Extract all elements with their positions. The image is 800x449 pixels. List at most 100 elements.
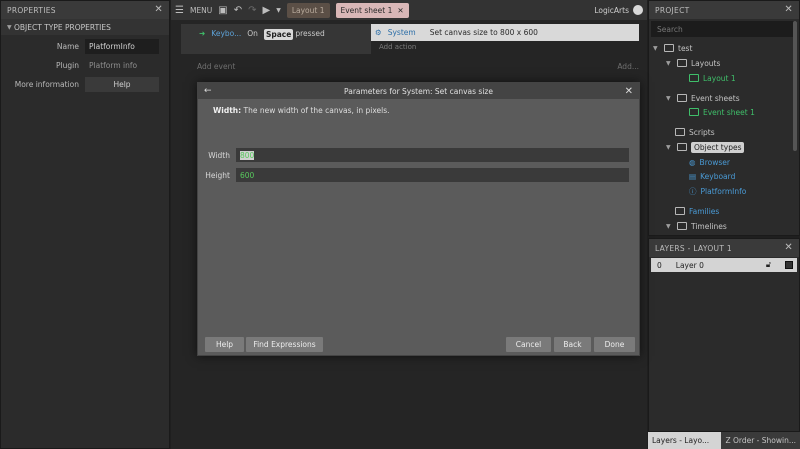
folder-icon xyxy=(677,94,687,102)
name-field[interactable]: PlatformInfo xyxy=(85,39,159,54)
help-button[interactable]: Help xyxy=(85,77,159,92)
tree-families[interactable]: Families xyxy=(675,205,719,217)
event-block[interactable]: ➜ Keybo... On Space pressed ⚙ System Set… xyxy=(181,24,639,54)
tree-object-types[interactable]: ▼ Object types xyxy=(666,141,745,153)
undo-icon[interactable]: ↶ xyxy=(234,5,242,16)
tree-object-platforminfo[interactable]: ⓘ PlatformInfo xyxy=(689,185,746,197)
chevron-down-icon[interactable]: ▼ xyxy=(276,7,281,14)
condition-on: On xyxy=(247,29,258,38)
tree-layouts[interactable]: ▼ Layouts xyxy=(666,57,720,69)
key-badge: Space xyxy=(263,29,294,40)
width-label: Width xyxy=(208,150,230,160)
cancel-button[interactable]: Cancel xyxy=(506,337,551,352)
tree-event-sheets[interactable]: ▼ Event sheets xyxy=(666,92,740,104)
arrow-right-icon: ➜ xyxy=(199,29,206,38)
main-toolbar: ☰ MENU ▣ ↶ ↷ ▶ ▼ Layout 1 Event sheet 1 … xyxy=(171,0,647,20)
tree-label: test xyxy=(678,43,693,53)
tree-label: Scripts xyxy=(689,127,715,137)
condition[interactable]: ➜ Keybo... On Space pressed xyxy=(181,24,371,54)
tree-label: Timelines xyxy=(691,221,727,231)
add-event-link[interactable]: Add event xyxy=(197,62,235,71)
keyboard-icon: ▤ xyxy=(689,171,697,181)
help-button[interactable]: Help xyxy=(205,337,244,352)
find-expressions-button[interactable]: Find Expressions xyxy=(246,337,323,352)
lock-icon[interactable]: 🔓︎ xyxy=(766,260,771,270)
project-header: PROJECT ✕ xyxy=(649,1,799,19)
menu-icon[interactable]: ☰ xyxy=(175,5,184,16)
prop-label: Plugin xyxy=(56,61,79,70)
tree-event-sheet-1[interactable]: Event sheet 1 xyxy=(689,106,755,118)
folder-icon xyxy=(677,143,687,151)
tree-object-keyboard[interactable]: ▤ Keyboard xyxy=(689,170,735,182)
play-icon[interactable]: ▶ xyxy=(263,5,271,16)
dialog-header: ← Parameters for System: Set canvas size… xyxy=(198,83,639,99)
info-icon: ⓘ xyxy=(689,186,697,196)
layers-panel: LAYERS - LAYOUT 1 ✕ 0 Layer 0 🔓︎ xyxy=(648,238,800,432)
close-icon[interactable]: ✕ xyxy=(784,243,793,253)
menu-button[interactable]: MENU xyxy=(190,6,212,15)
folder-icon xyxy=(677,59,687,67)
properties-panel: PROPERTIES ✕ ▼ OBJECT TYPE PROPERTIES Na… xyxy=(0,0,170,449)
done-button[interactable]: Done xyxy=(594,337,635,352)
action-row[interactable]: ⚙ System Set canvas size to 800 x 600 xyxy=(371,24,639,41)
tab-z-order[interactable]: Z Order - Showin... xyxy=(721,432,800,449)
tree-label: Object types xyxy=(691,141,745,153)
add-link[interactable]: Add... xyxy=(617,62,639,71)
search-input[interactable]: Search xyxy=(651,21,797,37)
tree-label: Event sheets xyxy=(691,93,740,103)
width-input[interactable]: 800 xyxy=(236,148,629,162)
properties-title: PROPERTIES xyxy=(7,5,56,15)
actions: ⚙ System Set canvas size to 800 x 600 Ad… xyxy=(371,24,639,54)
layers-header: LAYERS - LAYOUT 1 ✕ xyxy=(649,239,799,257)
prop-row-name: Name PlatformInfo xyxy=(1,37,169,56)
event-sheet-icon xyxy=(689,108,699,116)
tab-layout-1[interactable]: Layout 1 xyxy=(286,2,330,18)
tab-event-sheet-1[interactable]: Event sheet 1 ✕ xyxy=(335,2,409,18)
chevron-down-icon: ▼ xyxy=(666,59,671,67)
close-icon[interactable]: ✕ xyxy=(784,5,793,15)
tree-label: Layouts xyxy=(691,58,721,68)
project-title: PROJECT xyxy=(655,5,690,15)
save-icon[interactable]: ▣ xyxy=(218,5,227,16)
folder-icon xyxy=(677,222,687,230)
back-button[interactable]: Back xyxy=(554,337,591,352)
tree-object-browser[interactable]: ◍ Browser xyxy=(689,156,730,168)
add-action-link[interactable]: Add action xyxy=(371,41,639,51)
properties-header: PROPERTIES ✕ xyxy=(1,1,169,19)
tree-timelines[interactable]: ▼ Timelines xyxy=(666,220,727,232)
tree-label: PlatformInfo xyxy=(700,186,747,196)
layer-index: 0 xyxy=(657,260,662,270)
logo-icon xyxy=(633,5,643,15)
folder-icon xyxy=(675,207,685,215)
folder-icon xyxy=(664,44,674,52)
tab-layers[interactable]: Layers - Layo... xyxy=(648,432,722,449)
tab-label: Event sheet 1 xyxy=(340,5,393,15)
width-value: 800 xyxy=(240,150,255,160)
redo-icon[interactable]: ↷ xyxy=(248,5,256,16)
project-panel: PROJECT ✕ Search ▼ test ▼ Layouts Layout… xyxy=(648,0,800,236)
visibility-checkbox[interactable] xyxy=(785,261,793,269)
close-icon[interactable]: ✕ xyxy=(397,6,403,15)
chevron-down-icon: ▼ xyxy=(7,23,12,31)
plugin-value: Platform info xyxy=(89,61,138,70)
parameter-description: Width: The new width of the canvas, in p… xyxy=(213,106,390,115)
tree-label: Browser xyxy=(699,157,730,167)
object-type-properties-section[interactable]: ▼ OBJECT TYPE PROPERTIES xyxy=(1,19,169,35)
action-text: Set canvas size to 800 x 600 xyxy=(429,28,538,37)
scrollbar[interactable] xyxy=(793,21,797,151)
height-input[interactable]: 600 xyxy=(236,168,629,182)
layout-icon xyxy=(689,74,699,82)
tree-label: Layout 1 xyxy=(703,73,736,83)
layers-title: LAYERS - LAYOUT 1 xyxy=(655,243,732,253)
param-row-width: Width 800 xyxy=(198,148,629,162)
parameters-dialog: ← Parameters for System: Set canvas size… xyxy=(197,82,640,356)
layer-row[interactable]: 0 Layer 0 🔓︎ xyxy=(651,258,797,272)
section-label: OBJECT TYPE PROPERTIES xyxy=(14,22,111,32)
tree-root[interactable]: ▼ test xyxy=(653,42,692,54)
layer-name: Layer 0 xyxy=(675,260,704,270)
close-icon[interactable]: ✕ xyxy=(154,5,163,15)
tree-label: Keyboard xyxy=(700,171,736,181)
tree-layout-1[interactable]: Layout 1 xyxy=(689,72,736,84)
tree-scripts[interactable]: Scripts xyxy=(675,126,715,138)
action-object: System xyxy=(387,28,416,37)
